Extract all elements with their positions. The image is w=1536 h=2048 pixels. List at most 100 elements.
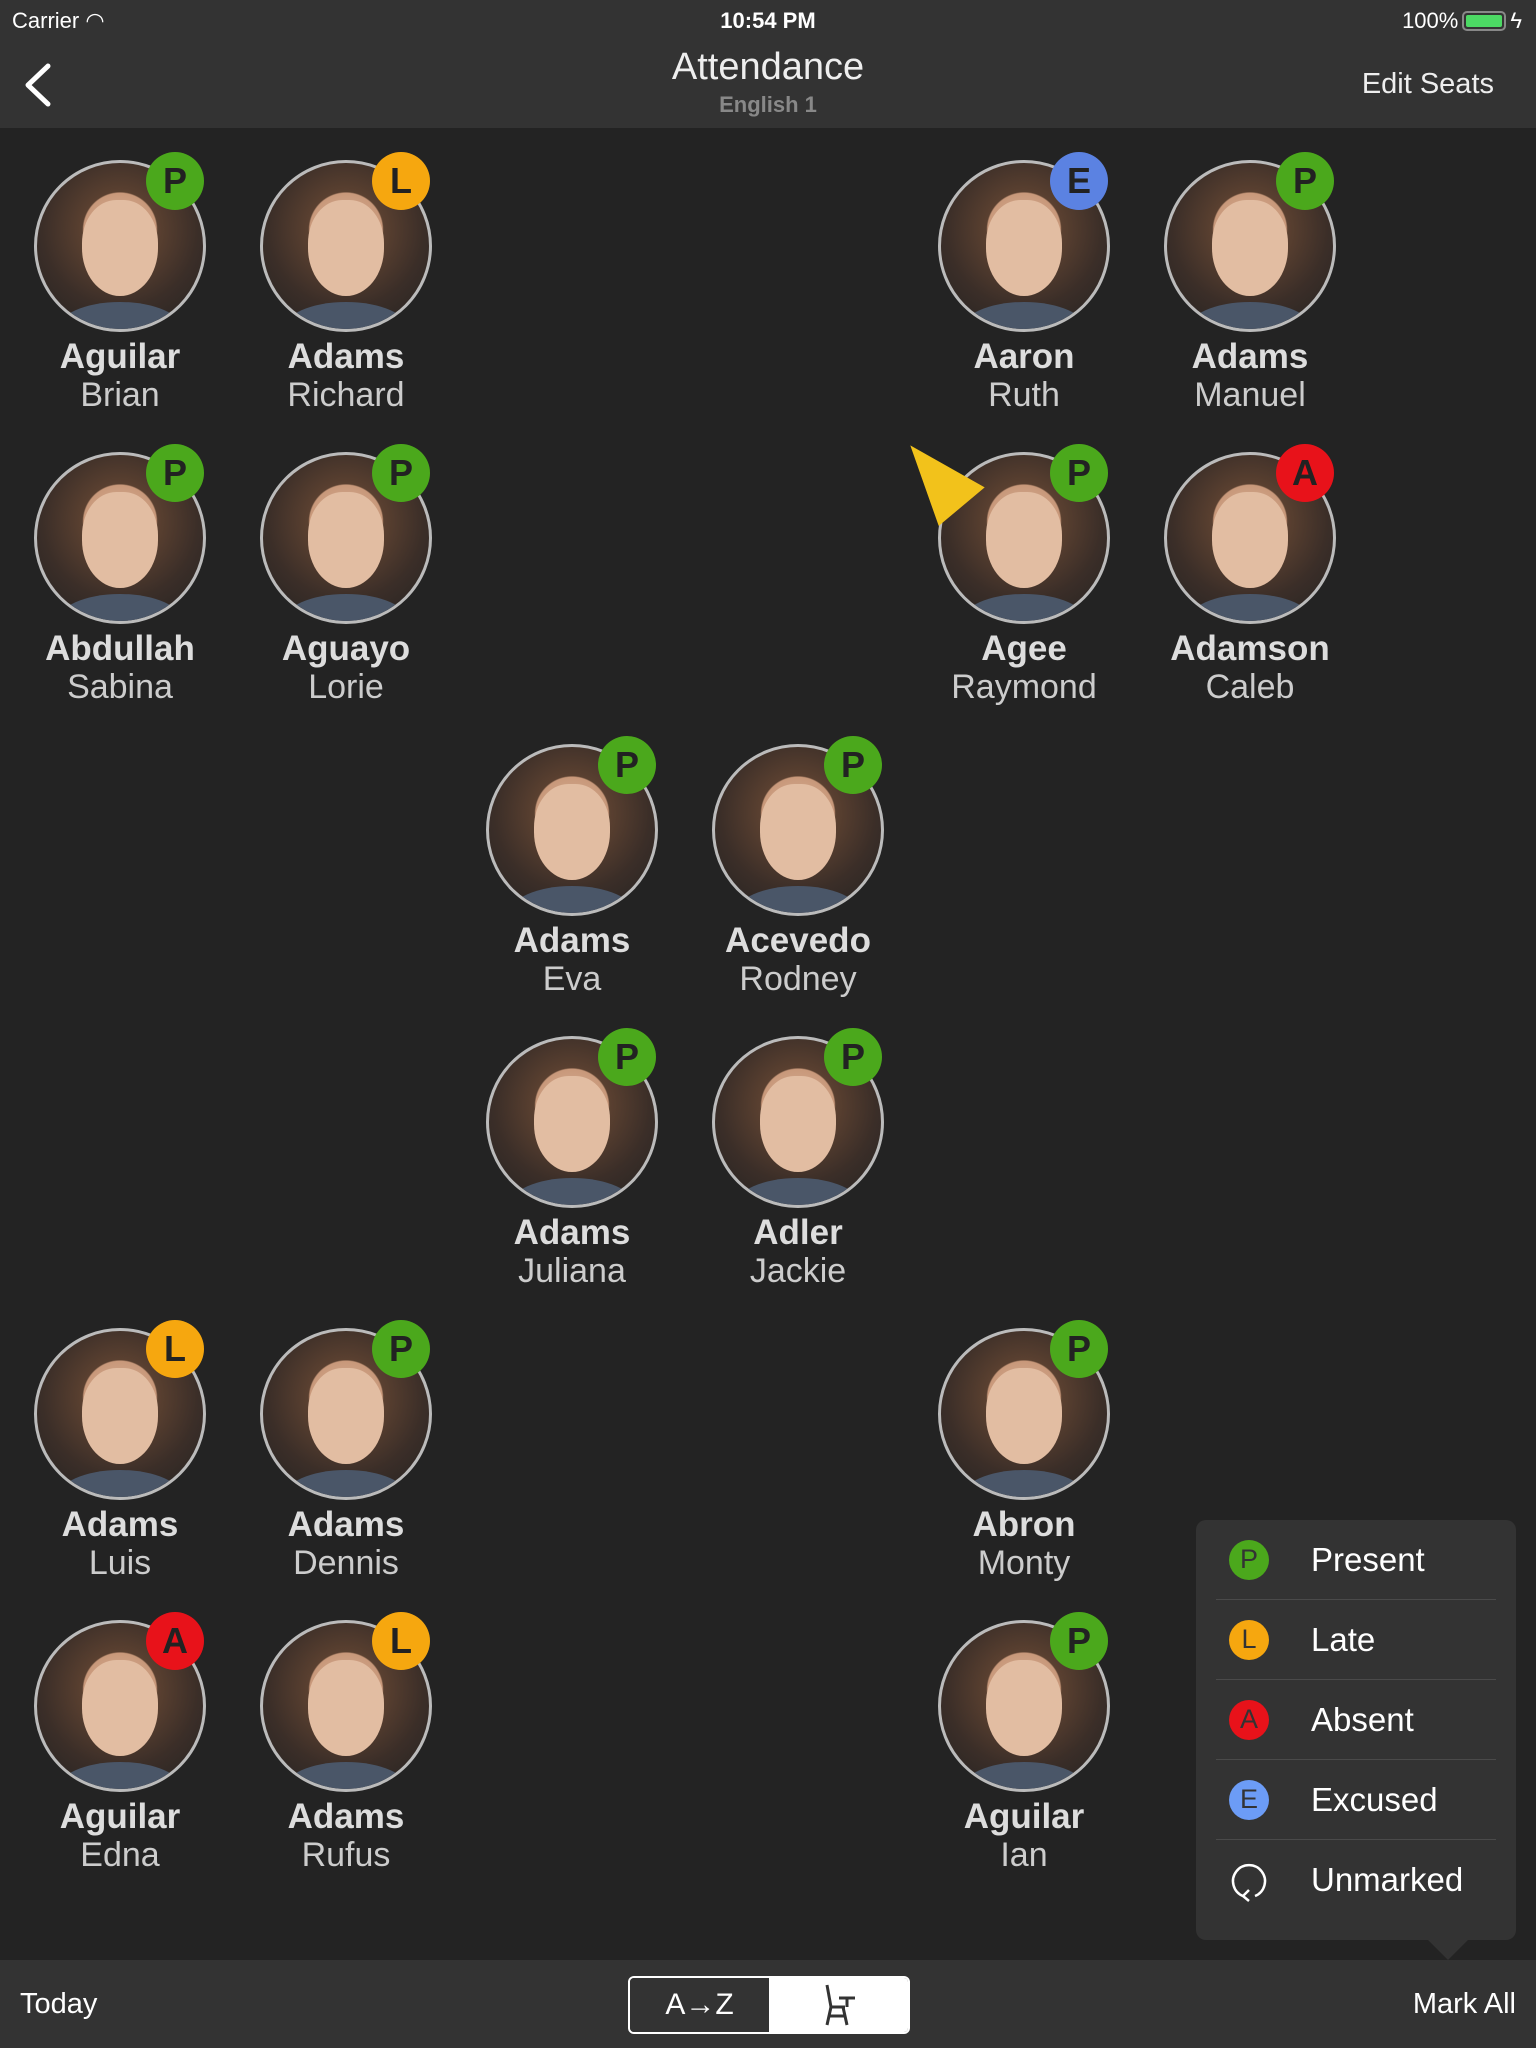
student-first-name: Richard [287,376,405,414]
excused-badge-icon: E [1229,1779,1269,1820]
menu-item-late[interactable]: L Late [1216,1600,1496,1680]
status-badge-present: P [1276,152,1334,210]
student-first-name: Edna [80,1836,160,1874]
status-badge-absent: A [1276,444,1334,502]
charging-icon: ϟ [1510,8,1522,33]
status-badge-present: P [372,1320,430,1378]
today-button[interactable]: Today [20,1988,97,2021]
menu-item-label: Present [1311,1540,1425,1578]
student-first-name: Eva [542,960,602,998]
student-first-name: Sabina [67,668,173,706]
student-last-name: Aaron [973,337,1075,376]
student-seat[interactable]: L Adams Richard [236,152,456,414]
student-first-name: Jackie [749,1252,847,1290]
reset-icon [1229,1860,1269,1902]
edit-seats-button[interactable]: Edit Seats [1362,68,1494,101]
student-first-name: Monty [977,1544,1071,1582]
student-seat[interactable]: L Adams Rufus [236,1612,456,1874]
student-seat[interactable]: P Aguilar Brian [10,152,230,414]
student-last-name: Adams [287,1797,405,1836]
student-first-name: Raymond [951,668,1097,706]
menu-item-excused[interactable]: E Excused [1216,1760,1496,1840]
student-last-name: Adams [287,1505,405,1544]
alphabetical-view-button[interactable]: A→Z [630,1978,769,2032]
student-seat[interactable]: P Adams Eva [462,736,682,998]
student-last-name: Aguayo [281,629,411,668]
mark-all-button[interactable]: Mark All [1413,1988,1516,2021]
menu-item-label: Excused [1311,1780,1438,1818]
student-first-name: Luis [88,1544,152,1582]
student-first-name: Rodney [739,960,857,998]
student-seat[interactable]: A Adamson Caleb [1140,444,1360,706]
status-badge-absent: A [146,1612,204,1670]
student-seat[interactable]: P Aguilar Ian [914,1612,1134,1874]
student-last-name: Adams [513,921,631,960]
student-last-name: Adamson [1170,629,1330,668]
student-last-name: Aguilar [59,337,181,376]
student-last-name: Abron [972,1505,1076,1544]
student-seat[interactable]: A Aguilar Edna [10,1612,230,1874]
student-first-name: Dennis [293,1544,399,1582]
status-badge-present: P [146,444,204,502]
menu-item-label: Unmarked [1311,1861,1464,1898]
clock: 10:54 PM [720,8,816,33]
status-badge-present: P [1050,1320,1108,1378]
late-badge-icon: L [1229,1619,1269,1660]
student-seat[interactable]: P Abdullah Sabina [10,444,230,706]
menu-item-label: Late [1311,1620,1376,1658]
student-seat[interactable]: P Adams Juliana [462,1028,682,1290]
status-badge-present: P [598,1028,656,1086]
student-first-name: Ian [1000,1836,1048,1874]
nav-bar: Attendance English 1 Edit Seats [0,40,1536,128]
student-seat[interactable]: E Aaron Ruth [914,152,1134,414]
menu-item-absent[interactable]: A Absent [1216,1680,1496,1760]
status-badge-late: L [372,1612,430,1670]
desk-chair-icon [825,1984,855,2026]
student-last-name: Adler [753,1213,843,1252]
status-badge-present: P [146,152,204,210]
student-first-name: Rufus [301,1836,391,1874]
status-badge-late: L [146,1320,204,1378]
menu-item-unmarked[interactable]: Unmarked [1216,1840,1496,1920]
student-seat[interactable]: P Aguayo Lorie [236,444,456,706]
student-last-name: Abdullah [45,629,195,668]
student-seat[interactable]: P Agee Raymond [887,426,1134,706]
student-seat[interactable]: P Abron Monty [914,1320,1134,1582]
student-seat[interactable]: L Adams Luis [10,1320,230,1582]
bottom-toolbar: Today A→Z Mark All [0,1960,1536,2048]
student-first-name: Manuel [1194,376,1306,414]
status-badge-present: P [824,736,882,794]
view-toggle: A→Z [628,1976,910,2034]
status-badge-present: P [1050,1612,1108,1670]
student-last-name: Aguilar [59,1797,181,1836]
student-last-name: Adams [1191,337,1309,376]
status-badge-excused: E [1050,152,1108,210]
student-seat[interactable]: P Adams Manuel [1140,152,1360,414]
student-first-name: Caleb [1205,668,1295,706]
student-last-name: Adams [287,337,405,376]
student-first-name: Juliana [518,1252,626,1290]
status-badge-present: P [372,444,430,502]
student-seat[interactable]: P Adams Dennis [236,1320,456,1582]
status-badge-present: P [598,736,656,794]
page-title: Attendance [671,46,865,88]
status-bar: Carrier ◠ 10:54 PM 100% ϟ [0,0,1536,40]
battery-icon [1462,11,1507,31]
status-badge-present: P [824,1028,882,1086]
student-first-name: Brian [80,376,160,414]
absent-badge-icon: A [1229,1699,1269,1740]
menu-item-present[interactable]: P Present [1216,1520,1496,1600]
status-badge-present: P [1050,444,1108,502]
class-subtitle: English 1 [719,92,817,117]
seating-view-button[interactable] [769,1978,908,2032]
menu-item-label: Absent [1311,1700,1414,1738]
status-badge-late: L [372,152,430,210]
mark-all-menu: P Present L Late A Absent E Excused Unmarked [1196,1520,1516,1960]
student-last-name: Adams [61,1505,179,1544]
student-first-name: Lorie [308,668,384,706]
student-seat[interactable]: P Acevedo Rodney [688,736,908,998]
student-seat[interactable]: P Adler Jackie [688,1028,908,1290]
student-last-name: Aguilar [963,1797,1085,1836]
battery-percent: 100% [1402,8,1459,33]
student-last-name: Acevedo [725,921,871,960]
